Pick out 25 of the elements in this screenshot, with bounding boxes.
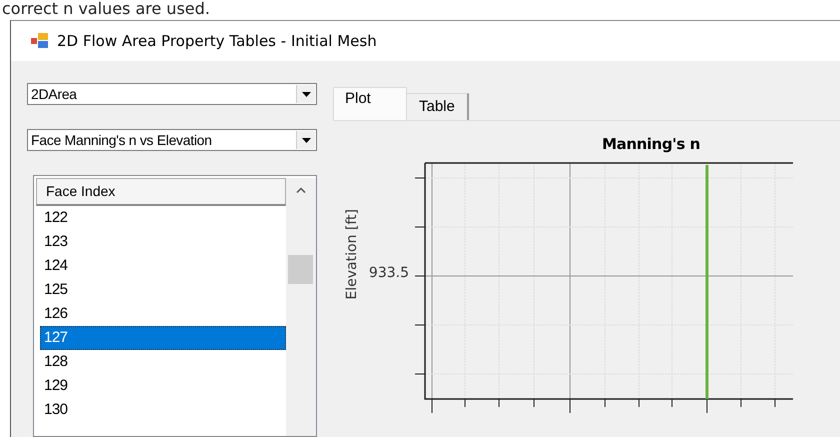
tick-label: 933.5 (368, 265, 409, 281)
list-item[interactable]: 126 (40, 302, 286, 326)
list-item[interactable]: 130 (40, 398, 286, 422)
app-icon (31, 33, 49, 49)
tab[interactable]: Table (406, 93, 469, 120)
dropdown-arrow-icon[interactable] (302, 92, 310, 96)
list-item[interactable]: 122 (40, 206, 286, 230)
caption-text: correct n values are used. (1, 0, 211, 20)
scroll-up-icon[interactable] (296, 187, 306, 193)
list-item[interactable]: 129 (40, 374, 286, 398)
dropdown[interactable]: Face Manning's n vs Elevation (27, 129, 317, 151)
scrollbar[interactable] (286, 178, 316, 436)
list-item[interactable]: 128 (40, 350, 286, 374)
list-item[interactable]: 127 (40, 326, 286, 350)
axis-label: Elevation [ft] (344, 209, 360, 300)
window-title: 2D Flow Area Property Tables - Initial Mesh (57, 32, 377, 50)
list-item[interactable]: 125 (40, 278, 286, 302)
scrollbar-thumb[interactable] (288, 255, 313, 284)
list-item[interactable]: 124 (40, 254, 286, 278)
chart-title: Manning's n (601, 135, 701, 155)
dropdown-arrow-icon[interactable] (302, 138, 310, 142)
tab[interactable]: Plot (333, 87, 407, 120)
dropdown[interactable]: 2DArea (27, 83, 317, 105)
column-header[interactable]: Face Index (36, 178, 286, 206)
list-item[interactable]: 123 (40, 230, 286, 254)
